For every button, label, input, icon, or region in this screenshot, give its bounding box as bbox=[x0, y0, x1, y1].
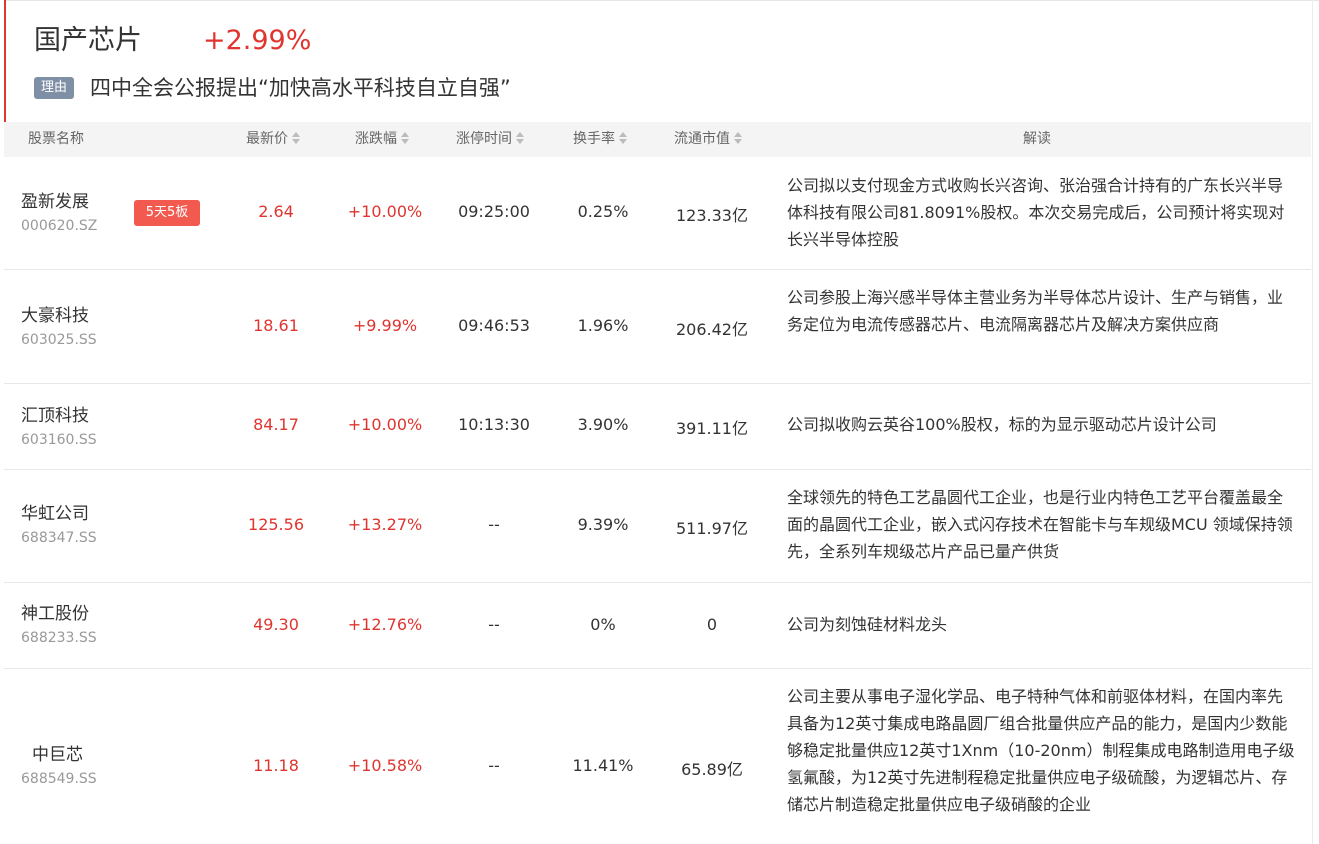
sort-icon[interactable] bbox=[291, 131, 301, 145]
table-row[interactable]: 盈新发展 000620.SZ 5天5板 2.64 +10.00% 09:25:0… bbox=[4, 157, 1311, 270]
column-header-change-label: 涨跌幅 bbox=[355, 131, 397, 147]
market-cap: 206.42亿 bbox=[676, 320, 748, 339]
stock-code: 603025.SS bbox=[21, 332, 97, 348]
sort-icon[interactable] bbox=[515, 131, 525, 145]
limit-up-time: 10:13:30 bbox=[458, 415, 530, 434]
stock-code: 688347.SS bbox=[21, 530, 97, 546]
price: 84.17 bbox=[253, 415, 299, 434]
column-header-analysis-label: 解读 bbox=[1023, 131, 1051, 147]
sector-header: 国产芯片 +2.99% 理由 四中全会公报提出“加快高水平科技自立自强” bbox=[0, 0, 1311, 122]
column-header-limit-time-label: 涨停时间 bbox=[456, 131, 512, 147]
price: 18.61 bbox=[253, 316, 299, 335]
column-header-name-label: 股票名称 bbox=[28, 131, 84, 147]
analysis-text: 全球领先的特色工艺晶圆代工企业，也是行业内特色工艺平台覆盖最全面的晶圆代工企业，… bbox=[787, 488, 1293, 561]
turnover-rate: 3.90% bbox=[577, 415, 629, 434]
accent-bar bbox=[4, 0, 6, 122]
change-percent: +12.76% bbox=[347, 615, 423, 634]
stock-name[interactable]: 神工股份 bbox=[21, 599, 89, 624]
sort-icon[interactable] bbox=[733, 131, 743, 145]
column-header-turnover[interactable]: 换手率 bbox=[573, 122, 628, 157]
table-row[interactable]: 中巨芯 688549.SS 11.18 +10.58% -- 11.41% 65… bbox=[4, 669, 1311, 844]
market-cap: 0 bbox=[706, 615, 718, 634]
price: 2.64 bbox=[258, 202, 294, 221]
change-percent: +10.58% bbox=[347, 756, 423, 775]
stock-name[interactable]: 华虹公司 bbox=[21, 499, 89, 524]
column-header-limit-time[interactable]: 涨停时间 bbox=[456, 122, 525, 157]
analysis-text: 公司拟以支付现金方式收购长兴咨询、张治强合计持有的广东长兴半导体科技有限公司81… bbox=[787, 176, 1285, 249]
table-row[interactable]: 华虹公司 688347.SS 125.56 +13.27% -- 9.39% 5… bbox=[4, 470, 1311, 583]
column-header-price-label: 最新价 bbox=[246, 131, 288, 147]
market-cap: 511.97亿 bbox=[676, 519, 748, 538]
table-row[interactable]: 神工股份 688233.SS 49.30 +12.76% -- 0% 0 公司为… bbox=[4, 583, 1311, 669]
column-header-change[interactable]: 涨跌幅 bbox=[355, 122, 410, 157]
turnover-rate: 0.25% bbox=[577, 202, 629, 221]
change-percent: +9.99% bbox=[352, 316, 418, 335]
analysis-text: 公司主要从事电子湿化学品、电子特种气体和前驱体材料，在国内率先具备为12英寸集成… bbox=[787, 687, 1295, 814]
column-header-market-cap[interactable]: 流通市值 bbox=[674, 122, 743, 157]
sort-icon[interactable] bbox=[618, 131, 628, 145]
column-header-name: 股票名称 bbox=[28, 122, 84, 157]
stock-code: 688233.SS bbox=[21, 630, 97, 646]
limit-up-time: 09:46:53 bbox=[458, 316, 530, 335]
table-row[interactable]: 汇顶科技 603160.SS 84.17 +10.00% 10:13:30 3.… bbox=[4, 384, 1311, 470]
market-cap: 123.33亿 bbox=[676, 206, 748, 225]
analysis-text: 公司参股上海兴感半导体主营业务为半导体芯片设计、生产与销售，业务定位为电流传感器… bbox=[787, 288, 1284, 334]
price: 125.56 bbox=[248, 515, 304, 534]
stock-code: 688549.SS bbox=[21, 771, 97, 787]
column-header-market-cap-label: 流通市值 bbox=[674, 131, 730, 147]
change-percent: +13.27% bbox=[347, 515, 423, 534]
price: 11.18 bbox=[253, 756, 299, 775]
limit-up-time: -- bbox=[488, 615, 500, 634]
frame-right-border bbox=[1312, 0, 1313, 844]
sort-icon[interactable] bbox=[400, 131, 410, 145]
turnover-rate: 1.96% bbox=[577, 316, 629, 335]
limit-up-time: -- bbox=[488, 756, 500, 775]
market-cap: 65.89亿 bbox=[681, 760, 743, 779]
table-header: 股票名称 最新价 涨跌幅 涨停时间 换手率 流通市值 解读 bbox=[4, 122, 1311, 157]
limit-up-time: 09:25:00 bbox=[458, 202, 530, 221]
stock-name[interactable]: 大豪科技 bbox=[21, 301, 89, 326]
stock-name[interactable]: 中巨芯 bbox=[32, 740, 83, 765]
stock-code: 000620.SZ bbox=[21, 218, 98, 234]
column-header-analysis: 解读 bbox=[1023, 122, 1051, 157]
market-cap: 391.11亿 bbox=[676, 419, 748, 438]
sector-name: 国产芯片 bbox=[34, 25, 142, 56]
change-percent: +10.00% bbox=[347, 415, 423, 434]
stock-name[interactable]: 盈新发展 bbox=[21, 187, 89, 212]
table-row[interactable]: 大豪科技 603025.SS 18.61 +9.99% 09:46:53 1.9… bbox=[4, 270, 1311, 384]
limit-up-time: -- bbox=[488, 515, 500, 534]
board-count-badge: 5天5板 bbox=[134, 200, 200, 226]
price: 49.30 bbox=[253, 615, 299, 634]
stock-code: 603160.SS bbox=[21, 432, 97, 448]
turnover-rate: 9.39% bbox=[577, 515, 629, 534]
turnover-rate: 11.41% bbox=[572, 756, 634, 775]
sector-change: +2.99% bbox=[203, 25, 312, 56]
analysis-text: 公司拟收购云英谷100%股权，标的为显示驱动芯片设计公司 bbox=[787, 415, 1217, 434]
analysis-text: 公司为刻蚀硅材料龙头 bbox=[787, 615, 948, 634]
reason-text: 四中全会公报提出“加快高水平科技自立自强” bbox=[90, 76, 511, 100]
turnover-rate: 0% bbox=[590, 615, 616, 634]
change-percent: +10.00% bbox=[347, 202, 423, 221]
reason-badge: 理由 bbox=[34, 77, 74, 99]
column-header-price[interactable]: 最新价 bbox=[246, 122, 301, 157]
column-header-turnover-label: 换手率 bbox=[573, 131, 615, 147]
stock-name[interactable]: 汇顶科技 bbox=[21, 401, 89, 426]
